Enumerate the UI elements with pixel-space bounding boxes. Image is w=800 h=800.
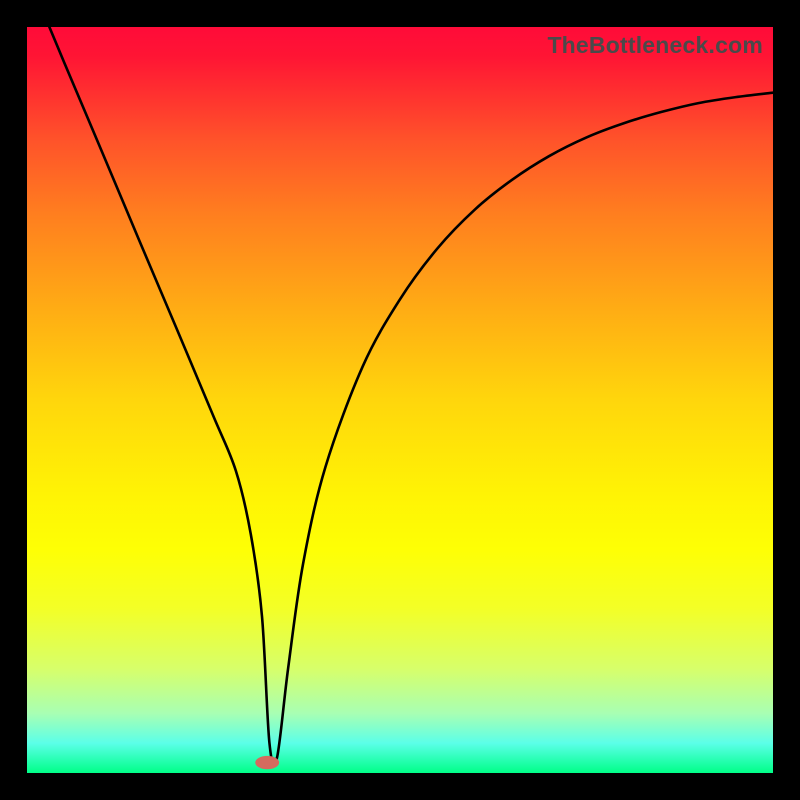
- plot-area: TheBottleneck.com: [27, 27, 773, 773]
- optimum-marker: [255, 756, 279, 769]
- watermark-text: TheBottleneck.com: [547, 32, 763, 59]
- bottleneck-curve: [27, 27, 773, 773]
